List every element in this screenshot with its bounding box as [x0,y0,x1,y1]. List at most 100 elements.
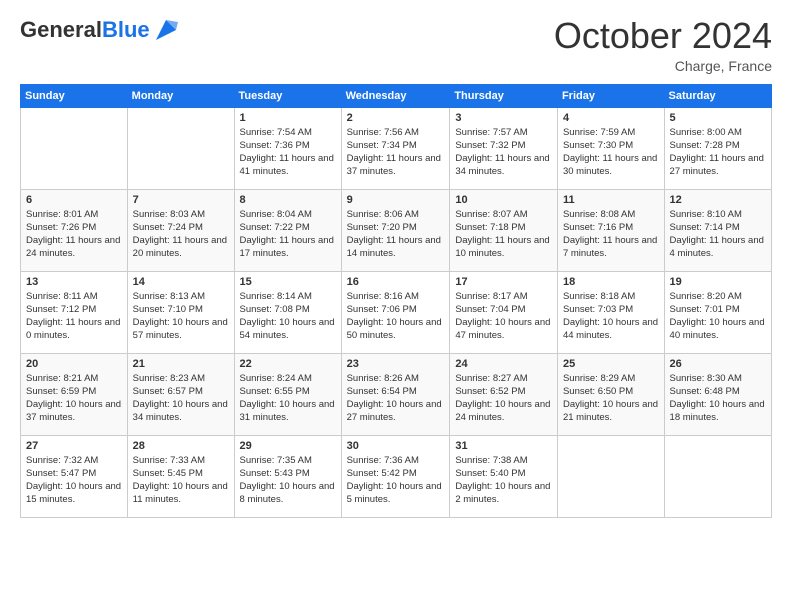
cell-info: Sunrise: 8:10 AMSunset: 7:14 PMDaylight:… [670,208,766,261]
cell-info: Sunrise: 8:13 AMSunset: 7:10 PMDaylight:… [133,290,229,343]
cell-info: Sunrise: 8:29 AMSunset: 6:50 PMDaylight:… [563,372,659,425]
cell-info: Sunrise: 8:08 AMSunset: 7:16 PMDaylight:… [563,208,659,261]
cell-day-number: 7 [133,194,229,206]
table-row: 24 Sunrise: 8:27 AMSunset: 6:52 PMDayligh… [450,353,558,435]
cell-day-number: 21 [133,358,229,370]
calendar-week-4: 20 Sunrise: 8:21 AMSunset: 6:59 PMDayligh… [21,353,772,435]
cell-info: Sunrise: 8:21 AMSunset: 6:59 PMDaylight:… [26,372,122,425]
table-row: 9 Sunrise: 8:06 AMSunset: 7:20 PMDaylight… [341,189,450,271]
table-row: 16 Sunrise: 8:16 AMSunset: 7:06 PMDayligh… [341,271,450,353]
table-row: 31 Sunrise: 7:38 AMSunset: 5:40 PMDayligh… [450,435,558,517]
cell-info: Sunrise: 8:00 AMSunset: 7:28 PMDaylight:… [670,126,766,179]
cell-info: Sunrise: 8:30 AMSunset: 6:48 PMDaylight:… [670,372,766,425]
cell-info: Sunrise: 8:27 AMSunset: 6:52 PMDaylight:… [455,372,552,425]
cell-info: Sunrise: 7:56 AMSunset: 7:34 PMDaylight:… [347,126,445,179]
cell-day-number: 22 [240,358,336,370]
cell-day-number: 3 [455,112,552,124]
cell-day-number: 28 [133,440,229,452]
table-row: 25Sunrise: 8:29 AMSunset: 6:50 PMDayligh… [557,353,664,435]
cell-day-number: 8 [240,194,336,206]
table-row: 11Sunrise: 8:08 AMSunset: 7:16 PMDayligh… [557,189,664,271]
calendar-table: Sunday Monday Tuesday Wednesday Thursday… [20,84,772,518]
header-thursday: Thursday [450,84,558,107]
calendar-week-5: 27 Sunrise: 7:32 AMSunset: 5:47 PMDayligh… [21,435,772,517]
cell-day-number: 14 [133,276,229,288]
page: GeneralBlue October 2024 Charge, France … [0,0,792,612]
header-tuesday: Tuesday [234,84,341,107]
header-saturday: Saturday [664,84,771,107]
table-row: 23 Sunrise: 8:26 AMSunset: 6:54 PMDayligh… [341,353,450,435]
cell-info: Sunrise: 8:14 AMSunset: 7:08 PMDaylight:… [240,290,336,343]
cell-info: Sunrise: 7:36 AMSunset: 5:42 PMDaylight:… [347,454,445,507]
table-row [664,435,771,517]
calendar-week-1: 1Sunrise: 7:54 AMSunset: 7:36 PMDaylight… [21,107,772,189]
table-row: 17Sunrise: 8:17 AMSunset: 7:04 PMDayligh… [450,271,558,353]
month-title: October 2024 [554,16,772,56]
cell-day-number: 19 [670,276,766,288]
cell-day-number: 1 [240,112,336,124]
cell-info: Sunrise: 8:01 AMSunset: 7:26 PMDaylight:… [26,208,122,261]
header-friday: Friday [557,84,664,107]
cell-info: Sunrise: 7:59 AMSunset: 7:30 PMDaylight:… [563,126,659,179]
cell-info: Sunrise: 7:35 AMSunset: 5:43 PMDaylight:… [240,454,336,507]
cell-info: Sunrise: 7:57 AMSunset: 7:32 PMDaylight:… [455,126,552,179]
cell-day-number: 20 [26,358,122,370]
cell-info: Sunrise: 8:20 AMSunset: 7:01 PMDaylight:… [670,290,766,343]
table-row: 1Sunrise: 7:54 AMSunset: 7:36 PMDaylight… [234,107,341,189]
cell-info: Sunrise: 8:03 AMSunset: 7:24 PMDaylight:… [133,208,229,261]
table-row: 15Sunrise: 8:14 AMSunset: 7:08 PMDayligh… [234,271,341,353]
cell-info: Sunrise: 8:18 AMSunset: 7:03 PMDaylight:… [563,290,659,343]
title-block: October 2024 Charge, France [554,16,772,74]
table-row: 13 Sunrise: 8:11 AMSunset: 7:12 PMDayligh… [21,271,128,353]
cell-day-number: 24 [455,358,552,370]
cell-day-number: 16 [347,276,445,288]
table-row: 7 Sunrise: 8:03 AMSunset: 7:24 PMDaylight… [127,189,234,271]
cell-day-number: 31 [455,440,552,452]
table-row: 18Sunrise: 8:18 AMSunset: 7:03 PMDayligh… [557,271,664,353]
table-row [21,107,128,189]
cell-info: Sunrise: 7:32 AMSunset: 5:47 PMDaylight:… [26,454,122,507]
table-row: 14 Sunrise: 8:13 AMSunset: 7:10 PMDayligh… [127,271,234,353]
cell-info: Sunrise: 8:06 AMSunset: 7:20 PMDaylight:… [347,208,445,261]
location: Charge, France [554,58,772,74]
cell-day-number: 2 [347,112,445,124]
header-sunday: Sunday [21,84,128,107]
logo-general: GeneralBlue [20,19,150,41]
table-row: 12Sunrise: 8:10 AMSunset: 7:14 PMDayligh… [664,189,771,271]
cell-day-number: 10 [455,194,552,206]
table-row [557,435,664,517]
calendar-week-3: 13 Sunrise: 8:11 AMSunset: 7:12 PMDayligh… [21,271,772,353]
cell-info: Sunrise: 8:07 AMSunset: 7:18 PMDaylight:… [455,208,552,261]
header-wednesday: Wednesday [341,84,450,107]
cell-info: Sunrise: 8:17 AMSunset: 7:04 PMDaylight:… [455,290,552,343]
cell-info: Sunrise: 8:23 AMSunset: 6:57 PMDaylight:… [133,372,229,425]
table-row: 19 Sunrise: 8:20 AMSunset: 7:01 PMDayligh… [664,271,771,353]
table-row: 30 Sunrise: 7:36 AMSunset: 5:42 PMDayligh… [341,435,450,517]
cell-info: Sunrise: 8:26 AMSunset: 6:54 PMDaylight:… [347,372,445,425]
cell-info: Sunrise: 8:16 AMSunset: 7:06 PMDaylight:… [347,290,445,343]
cell-day-number: 5 [670,112,766,124]
table-row: 4Sunrise: 7:59 AMSunset: 7:30 PMDaylight… [557,107,664,189]
cell-day-number: 13 [26,276,122,288]
header-monday: Monday [127,84,234,107]
cell-day-number: 27 [26,440,122,452]
table-row: 5 Sunrise: 8:00 AMSunset: 7:28 PMDaylight… [664,107,771,189]
calendar-week-2: 6Sunrise: 8:01 AMSunset: 7:26 PMDaylight… [21,189,772,271]
table-row: 10 Sunrise: 8:07 AMSunset: 7:18 PMDayligh… [450,189,558,271]
table-row: 6Sunrise: 8:01 AMSunset: 7:26 PMDaylight… [21,189,128,271]
table-row: 21 Sunrise: 8:23 AMSunset: 6:57 PMDayligh… [127,353,234,435]
logo-icon [152,16,180,44]
cell-day-number: 26 [670,358,766,370]
table-row [127,107,234,189]
table-row: 26 Sunrise: 8:30 AMSunset: 6:48 PMDayligh… [664,353,771,435]
table-row: 20 Sunrise: 8:21 AMSunset: 6:59 PMDayligh… [21,353,128,435]
table-row: 27 Sunrise: 7:32 AMSunset: 5:47 PMDayligh… [21,435,128,517]
header: GeneralBlue October 2024 Charge, France [20,16,772,74]
table-row: 8Sunrise: 8:04 AMSunset: 7:22 PMDaylight… [234,189,341,271]
table-row: 22Sunrise: 8:24 AMSunset: 6:55 PMDayligh… [234,353,341,435]
cell-day-number: 23 [347,358,445,370]
cell-info: Sunrise: 8:11 AMSunset: 7:12 PMDaylight:… [26,290,122,343]
cell-info: Sunrise: 7:38 AMSunset: 5:40 PMDaylight:… [455,454,552,507]
cell-day-number: 9 [347,194,445,206]
cell-day-number: 30 [347,440,445,452]
